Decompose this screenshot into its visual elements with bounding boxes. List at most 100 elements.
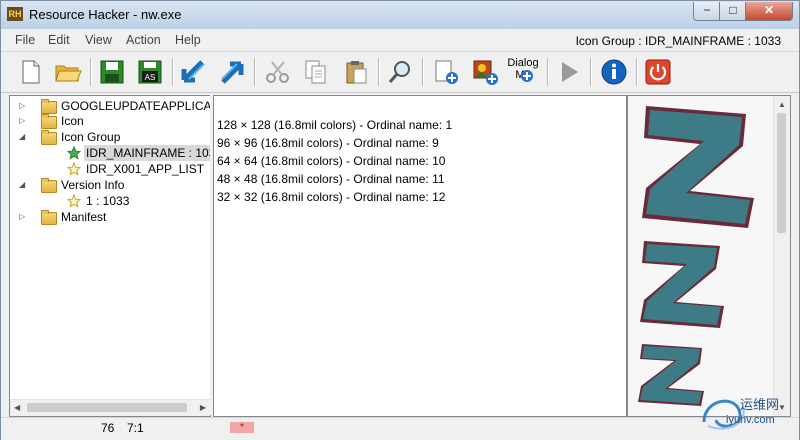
toolbar: AS Dialog Me [1, 52, 799, 93]
toolbar-separator [547, 58, 549, 86]
tree-horizontal-scrollbar[interactable]: ◀ ▶ [10, 399, 210, 416]
tree-item-label: Manifest [61, 210, 107, 224]
open-button[interactable] [51, 55, 85, 89]
tree-item-icon-group[interactable]: ◢ Icon Group [10, 129, 210, 145]
tree-item-idr-x001[interactable]: IDR_X001_APP_LIST [10, 161, 210, 177]
about-button[interactable] [597, 55, 631, 89]
scroll-left-icon[interactable]: ◀ [14, 403, 20, 412]
icon-entry-line: 96 × 96 (16.8mil colors) - Ordinal name:… [217, 136, 439, 150]
menu-action[interactable]: Action [126, 33, 161, 47]
expand-icon[interactable]: ▷ [19, 213, 27, 221]
scrollbar-thumb[interactable] [27, 403, 187, 412]
toolbar-separator [590, 58, 592, 86]
icon-preview [638, 106, 754, 406]
close-button[interactable]: ✕ [745, 2, 793, 21]
paste-button[interactable] [339, 55, 373, 89]
tree-item-label: Icon [61, 114, 84, 128]
exit-button[interactable] [641, 55, 675, 89]
add-image-resource-icon [473, 60, 498, 85]
copy-button[interactable] [299, 55, 333, 89]
back-arrow-icon [181, 60, 205, 83]
menu-edit[interactable]: Edit [48, 33, 70, 47]
tree-item-label: IDR_MAINFRAME : 103 [84, 145, 210, 161]
resource-details[interactable]: 128 × 128 (16.8mil colors) - Ordinal nam… [213, 95, 627, 417]
tree-item-label: Version Info [61, 178, 125, 192]
preview-vertical-scrollbar[interactable]: ▲ ▼ [773, 96, 790, 416]
copy-icon [305, 60, 326, 84]
expand-icon[interactable]: ▷ [19, 117, 27, 125]
menu-bar: File Edit View Action Help Icon Group : … [1, 30, 799, 52]
title-bar[interactable]: RH Resource Hacker - nw.exe − □ ✕ [1, 1, 799, 29]
cut-button[interactable] [261, 55, 295, 89]
save-button[interactable] [95, 55, 129, 89]
menu-file[interactable]: File [15, 33, 35, 47]
tree-item-label: IDR_X001_APP_LIST [86, 162, 205, 176]
tree-item-version-info[interactable]: ◢ Version Info [10, 177, 210, 193]
paste-icon [346, 61, 367, 84]
tree-item-label: Icon Group [61, 130, 121, 144]
icon-entry-line: 128 × 128 (16.8mil colors) - Ordinal nam… [217, 118, 453, 132]
watermark-logo: 运维网 iyunv.com [698, 392, 798, 432]
minimize-button[interactable]: − [693, 2, 721, 21]
scroll-up-icon[interactable]: ▲ [778, 100, 786, 109]
zz-icon-96 [640, 241, 724, 328]
dialog-menu-icon [521, 70, 533, 82]
star-icon [67, 162, 81, 176]
compile-run-button[interactable] [552, 55, 586, 89]
tree-item-manifest[interactable]: ▷ Manifest [10, 209, 210, 225]
search-icon [388, 61, 410, 83]
dialog-menu-button[interactable]: Dialog Me [506, 55, 540, 89]
icon-entry-line: 64 × 64 (16.8mil colors) - Ordinal name:… [217, 154, 446, 168]
open-folder-icon [41, 130, 57, 145]
forward-button[interactable] [215, 55, 249, 89]
add-resource-icon [435, 60, 458, 84]
new-button[interactable] [13, 55, 47, 89]
toolbar-separator [172, 58, 174, 86]
toolbar-separator [254, 58, 256, 86]
save-icon [100, 60, 124, 84]
menu-help[interactable]: Help [175, 33, 201, 47]
back-button[interactable] [177, 55, 211, 89]
modified-indicator: * [230, 422, 254, 433]
forward-arrow-icon [221, 61, 244, 84]
expand-icon[interactable]: ▷ [19, 102, 27, 110]
power-icon [645, 59, 671, 85]
tree-item-googleupdate[interactable]: ▷ GOOGLEUPDATEAPPLICAT [10, 98, 210, 114]
toolbar-separator [422, 58, 424, 86]
watermark-cn-text: 运维网 [740, 398, 780, 413]
watermark-url-text: iyunv.com [726, 414, 775, 426]
toolbar-separator [90, 58, 92, 86]
add-resource-button[interactable] [429, 55, 463, 89]
tree-item-version-1033[interactable]: 1 : 1033 [10, 193, 210, 209]
app-icon: RH [7, 7, 23, 21]
info-icon [601, 59, 627, 85]
tree-item-idr-mainframe[interactable]: IDR_MAINFRAME : 103 [10, 145, 210, 161]
new-file-icon [22, 60, 40, 84]
main-window: RH Resource Hacker - nw.exe − □ ✕ File E… [0, 0, 800, 440]
tree-item-icon[interactable]: ▷ Icon [10, 113, 210, 129]
scrollbar-thumb[interactable] [777, 113, 786, 233]
find-button[interactable] [383, 55, 417, 89]
menu-view[interactable]: View [85, 33, 112, 47]
zz-icon-128 [642, 106, 754, 228]
cut-icon [266, 61, 289, 83]
add-image-button[interactable] [468, 55, 502, 89]
save-as-button[interactable]: AS [133, 55, 167, 89]
maximize-button[interactable]: □ [719, 2, 747, 21]
status-cursor: 7:1 [127, 421, 144, 435]
status-bar: 76 7:1 * [1, 417, 799, 440]
collapse-icon[interactable]: ◢ [19, 181, 27, 189]
zz-icon-64 [638, 344, 704, 406]
icon-entry-line: 32 × 32 (16.8mil colors) - Ordinal name:… [217, 190, 446, 204]
star-icon [67, 194, 81, 208]
compile-run-icon [562, 62, 578, 82]
open-folder-icon [55, 65, 82, 82]
scroll-right-icon[interactable]: ▶ [200, 403, 206, 412]
collapse-icon[interactable]: ◢ [19, 133, 27, 141]
resource-tree[interactable]: ▷ GOOGLEUPDATEAPPLICAT ▷ Icon ◢ Icon Gro… [9, 95, 211, 417]
tree-item-label: GOOGLEUPDATEAPPLICAT [61, 99, 211, 113]
icon-entry-line: 48 × 48 (16.8mil colors) - Ordinal name:… [217, 172, 445, 186]
status-position: 76 [101, 421, 115, 435]
star-icon [67, 146, 81, 160]
tree-item-label: 1 : 1033 [86, 194, 130, 208]
